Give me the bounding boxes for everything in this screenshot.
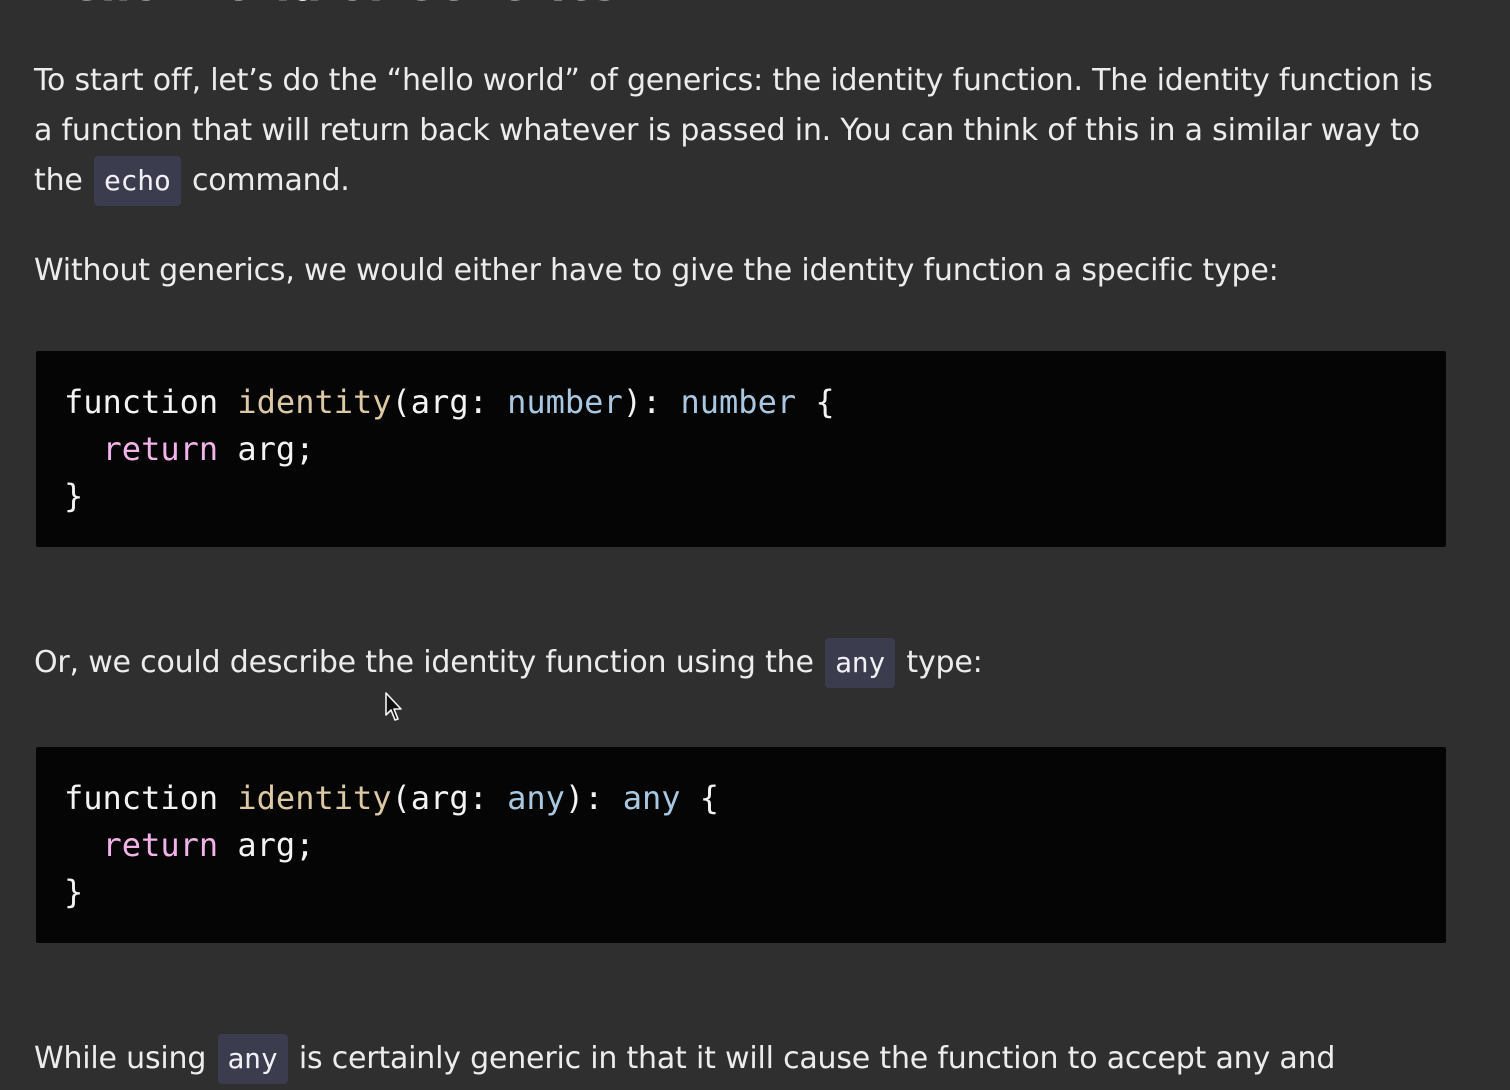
code-block-number[interactable]: function identity(arg: number): number {… — [36, 351, 1446, 547]
code-return-keyword: return — [102, 430, 219, 468]
any-text-start: Or, we could describe the identity funct… — [34, 645, 824, 680]
inline-code-any: any — [825, 638, 896, 688]
code-line: return arg; — [64, 822, 719, 869]
code-params-close: ): — [564, 779, 623, 817]
code-params-open: (arg: — [391, 779, 508, 817]
code-return-type: any — [622, 779, 681, 817]
any-type-paragraph: Or, we could describe the identity funct… — [34, 638, 1454, 688]
code-return-keyword: return — [102, 826, 219, 864]
intro-text-end: command. — [182, 163, 350, 198]
inline-code-any-2: any — [217, 1034, 288, 1084]
code-function-name: identity — [237, 779, 392, 817]
caveat-text-end: is certainly generic in that it will cau… — [289, 1041, 1336, 1076]
code-line: } — [64, 869, 719, 916]
any-caveat-paragraph: While using any is certainly generic in … — [34, 1034, 1454, 1084]
code-close-brace: } — [64, 477, 84, 515]
article-page: Hello World of Generics To start off, le… — [0, 0, 1510, 1090]
code-params-open: (arg: — [391, 383, 508, 421]
code-return-value: arg; — [218, 430, 315, 468]
mouse-pointer-icon — [385, 692, 402, 721]
section-heading: Hello World of Generics — [34, 0, 618, 12]
code-param-type: any — [507, 779, 565, 817]
without-generics-paragraph: Without generics, we would either have t… — [34, 253, 1279, 288]
inline-code-echo: echo — [93, 156, 181, 206]
code-keyword: function — [64, 383, 219, 421]
code-content: function identity(arg: number): number {… — [64, 379, 835, 520]
code-open-brace: { — [796, 383, 835, 421]
code-return-type: number — [680, 383, 797, 421]
code-params-close: ): — [622, 383, 681, 421]
code-block-any[interactable]: function identity(arg: any): any { retur… — [36, 747, 1446, 943]
any-text-end: type: — [897, 645, 983, 680]
code-line: function identity(arg: number): number { — [64, 379, 835, 426]
code-content: function identity(arg: any): any { retur… — [64, 775, 719, 916]
code-keyword: function — [64, 779, 219, 817]
code-close-brace: } — [64, 873, 84, 911]
code-param-type: number — [507, 383, 623, 421]
code-line: return arg; — [64, 426, 835, 473]
code-open-brace: { — [680, 779, 720, 817]
code-line: } — [64, 473, 835, 520]
intro-paragraph: To start off, let’s do the “hello world”… — [34, 56, 1454, 206]
code-function-name: identity — [237, 383, 392, 421]
code-line: function identity(arg: any): any { — [64, 775, 719, 822]
caveat-text-start: While using — [34, 1041, 216, 1076]
code-return-value: arg; — [218, 826, 315, 864]
